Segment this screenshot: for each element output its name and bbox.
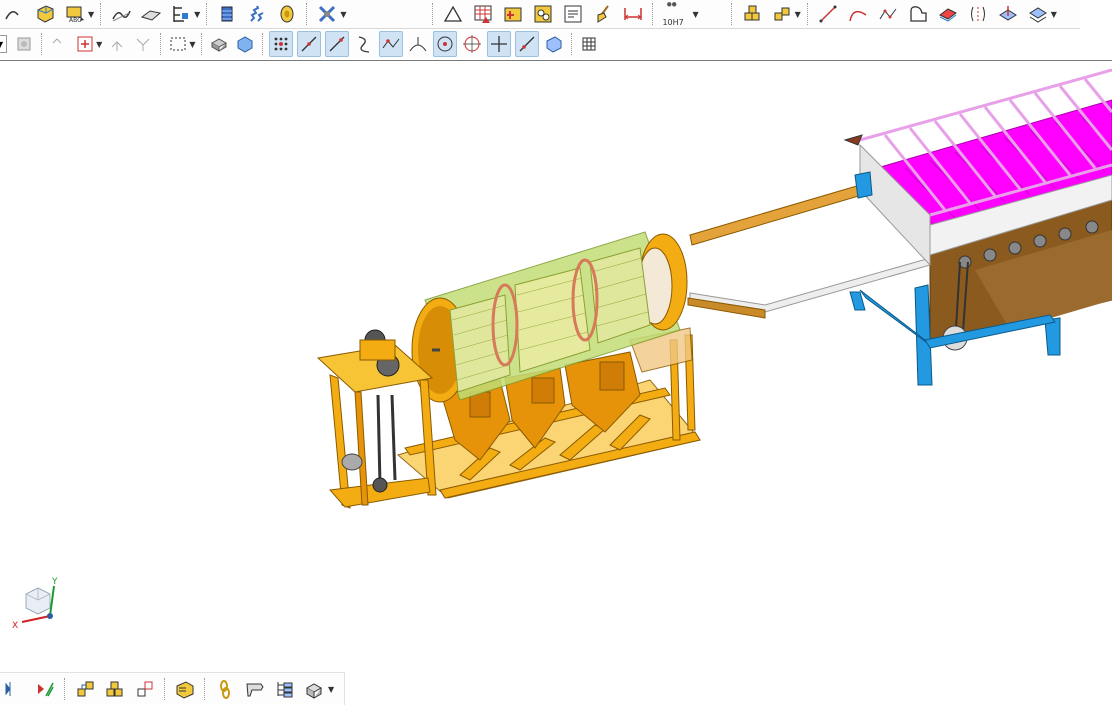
split-icon[interactable] — [965, 1, 991, 27]
abc-text-icon[interactable]: ABC — [62, 1, 88, 27]
separator — [730, 3, 733, 25]
box-solid-icon[interactable] — [208, 31, 230, 57]
snap-center-icon[interactable] — [433, 31, 458, 57]
mesh-icon[interactable] — [578, 31, 600, 57]
separator — [806, 3, 809, 25]
mirror-icon[interactable] — [2, 676, 28, 702]
layer-alt-icon[interactable] — [1025, 1, 1051, 27]
snap-cross-icon[interactable] — [487, 31, 512, 57]
separator — [262, 33, 264, 55]
pulley-icon[interactable] — [274, 1, 300, 27]
model-viewport[interactable] — [0, 61, 1112, 671]
chevron-down-icon[interactable]: ▼ — [795, 10, 801, 19]
assembly-icon[interactable] — [739, 1, 765, 27]
snap-perp-icon[interactable] — [515, 31, 540, 57]
explode-icon[interactable] — [302, 676, 328, 702]
book-icon[interactable] — [172, 676, 198, 702]
separator — [432, 3, 434, 25]
tolerance-icon[interactable]: 10H7 — [660, 1, 692, 27]
snap-grid-icon[interactable] — [269, 31, 294, 57]
separator — [652, 3, 654, 25]
assembly-alt-icon[interactable] — [769, 1, 795, 27]
separator — [64, 678, 66, 700]
layer-icon[interactable] — [995, 1, 1021, 27]
assembly-tree-icon[interactable] — [72, 676, 98, 702]
document-icon[interactable] — [560, 1, 586, 27]
transform-icon[interactable] — [13, 31, 35, 57]
chevron-down-icon[interactable]: ▼ — [1051, 10, 1057, 19]
arc-icon[interactable] — [845, 1, 871, 27]
axis-x-label: X — [12, 621, 18, 631]
curve-tool-icon[interactable] — [2, 1, 28, 27]
separator — [41, 33, 43, 55]
svg-text:ABC: ABC — [69, 17, 81, 24]
cube-icon[interactable] — [32, 1, 58, 27]
snap-point-icon[interactable] — [379, 31, 404, 57]
select-box-icon[interactable] — [167, 31, 189, 57]
tolerance-label: 10H7 — [662, 18, 684, 27]
main-toolbar: ABC ▼ ▼ ▼ 10H7 ▼ ▼ ▼ — [0, 0, 1080, 29]
align-icon[interactable] — [32, 676, 58, 702]
separator — [160, 33, 162, 55]
tools-icon[interactable] — [314, 1, 340, 27]
line-icon[interactable] — [815, 1, 841, 27]
curve-icon[interactable] — [353, 31, 375, 57]
separator — [306, 3, 308, 25]
table-grid-icon[interactable] — [470, 1, 496, 27]
separator — [571, 33, 573, 55]
view-icon[interactable] — [543, 31, 565, 57]
separator — [204, 678, 206, 700]
flatten-icon[interactable] — [935, 1, 961, 27]
translate-icon[interactable] — [74, 31, 96, 57]
chevron-down-icon[interactable]: ▼ — [692, 10, 698, 19]
shape-icon[interactable] — [905, 1, 931, 27]
separator — [206, 3, 208, 25]
assembly-toolbar: ▼ — [0, 672, 345, 705]
spline-points-icon[interactable] — [875, 1, 901, 27]
axis-triad: Y X — [12, 577, 58, 631]
link-icon[interactable] — [132, 676, 158, 702]
chart-add-icon[interactable] — [500, 1, 526, 27]
components-icon[interactable] — [102, 676, 128, 702]
chain-icon[interactable] — [212, 676, 238, 702]
triangle-icon[interactable] — [440, 1, 466, 27]
snap-tangent-icon[interactable] — [325, 31, 350, 57]
broom-icon[interactable] — [590, 1, 616, 27]
chevron-down-icon[interactable]: ▼ — [96, 40, 102, 49]
scale-icon[interactable] — [132, 31, 154, 57]
chevron-down-icon: ▼ — [0, 39, 4, 49]
snap-line-icon[interactable] — [297, 31, 322, 57]
gear-doc-icon[interactable] — [530, 1, 556, 27]
snap-toolbar: ▼ ▼ ▼ — [0, 30, 600, 58]
wrench-icon[interactable] — [242, 676, 268, 702]
surface-alt-icon[interactable] — [138, 1, 164, 27]
rotate-icon[interactable] — [106, 31, 128, 57]
layer-combo[interactable]: ▼ — [0, 35, 8, 53]
snap-intersect-icon[interactable] — [407, 31, 429, 57]
chevron-down-icon[interactable]: ▼ — [194, 10, 200, 19]
spring-icon[interactable] — [244, 1, 270, 27]
datum-icon[interactable] — [168, 1, 194, 27]
copy-icon[interactable] — [48, 31, 70, 57]
chevron-down-icon[interactable]: ▼ — [88, 10, 94, 19]
chevron-down-icon[interactable]: ▼ — [189, 40, 195, 49]
chevron-down-icon[interactable]: ▼ — [328, 685, 334, 694]
snap-circle-icon[interactable] — [461, 31, 483, 57]
chevron-down-icon[interactable]: ▼ — [340, 10, 346, 19]
hierarchy-icon[interactable] — [272, 676, 298, 702]
separator — [201, 33, 203, 55]
axis-y-label: Y — [51, 577, 58, 587]
box-shaded-icon[interactable] — [234, 31, 256, 57]
dimension-icon[interactable] — [620, 1, 646, 27]
conveyor — [843, 68, 1112, 351]
separator — [100, 3, 102, 25]
surface-icon[interactable] — [108, 1, 134, 27]
separator — [164, 678, 166, 700]
cylinder-icon[interactable] — [214, 1, 240, 27]
